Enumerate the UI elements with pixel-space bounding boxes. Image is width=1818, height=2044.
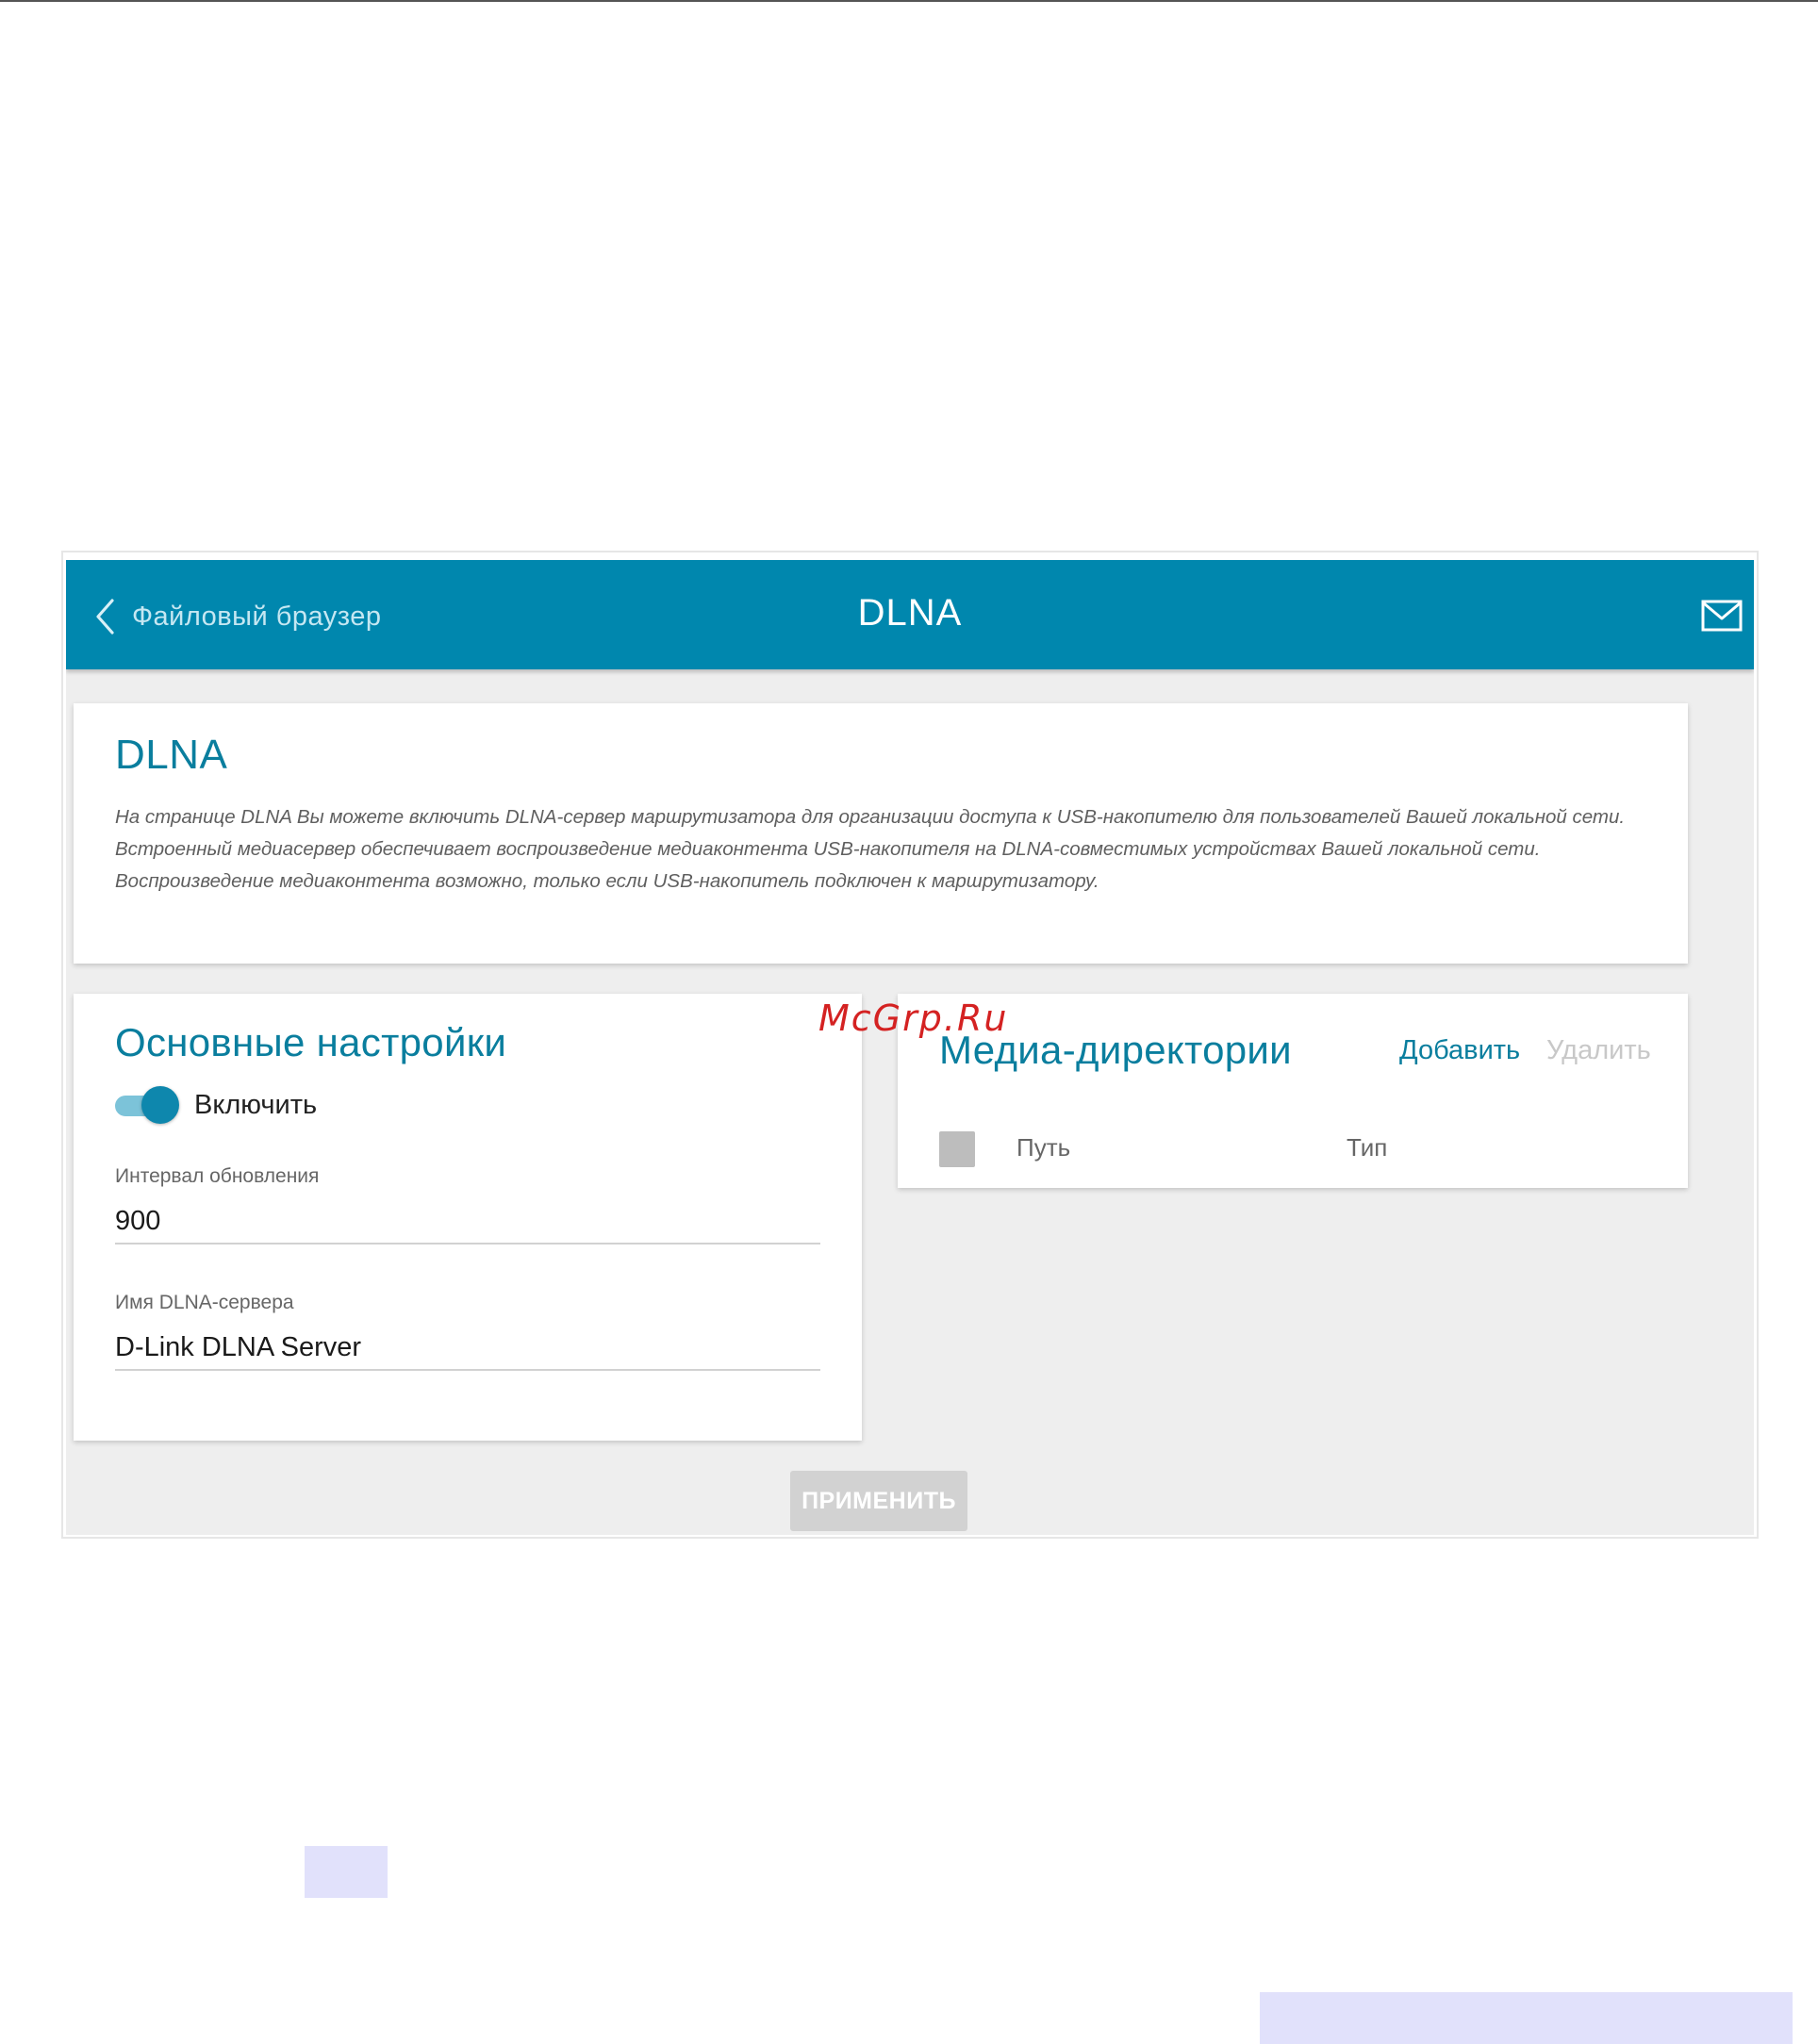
select-all-checkbox[interactable] (939, 1131, 975, 1167)
watermark-text: McGrp.Ru (818, 997, 1009, 1039)
media-directories-card: Медиа-директории Добавить Удалить Путь Т… (898, 994, 1688, 1188)
basic-settings-card: Основные настройки Включить Интервал обн… (74, 994, 862, 1441)
column-header-path: Путь (1016, 1133, 1071, 1162)
top-rule (0, 0, 1818, 2)
enable-toggle[interactable] (115, 1086, 179, 1124)
apply-button[interactable]: ПРИМЕНИТЬ (790, 1471, 967, 1531)
page-title: DLNA (857, 592, 963, 634)
intro-description-line: Воспроизведение медиаконтента возможно, … (115, 870, 1099, 892)
delete-directory-button[interactable]: Удалить (1546, 1035, 1651, 1066)
toggle-knob (141, 1086, 179, 1124)
update-interval-label: Интервал обновления (115, 1165, 320, 1187)
enable-toggle-label: Включить (194, 1090, 318, 1120)
update-interval-input[interactable] (115, 1199, 820, 1245)
server-name-input[interactable] (115, 1326, 820, 1371)
basic-settings-title: Основные настройки (115, 1020, 507, 1064)
add-directory-button[interactable]: Добавить (1399, 1035, 1520, 1066)
intro-description-line: Встроенный медиасервер обеспечивает восп… (115, 838, 1541, 860)
router-web-ui: Файловый браузер DLNA DLNA На странице D… (66, 560, 1754, 1535)
intro-description: На странице DLNA Вы можете включить DLNA… (115, 801, 1661, 898)
app-header: Файловый браузер DLNA (66, 560, 1754, 669)
column-header-type: Тип (1347, 1133, 1388, 1162)
envelope-icon[interactable] (1701, 600, 1743, 632)
highlight-block (305, 1846, 388, 1898)
server-name-label: Имя DLNA-сервера (115, 1292, 294, 1313)
intro-title: DLNA (115, 732, 228, 778)
intro-description-line: На странице DLNA Вы можете включить DLNA… (115, 806, 1626, 828)
intro-card: DLNA На странице DLNA Вы можете включить… (74, 703, 1688, 964)
highlight-block (1260, 1992, 1793, 2044)
